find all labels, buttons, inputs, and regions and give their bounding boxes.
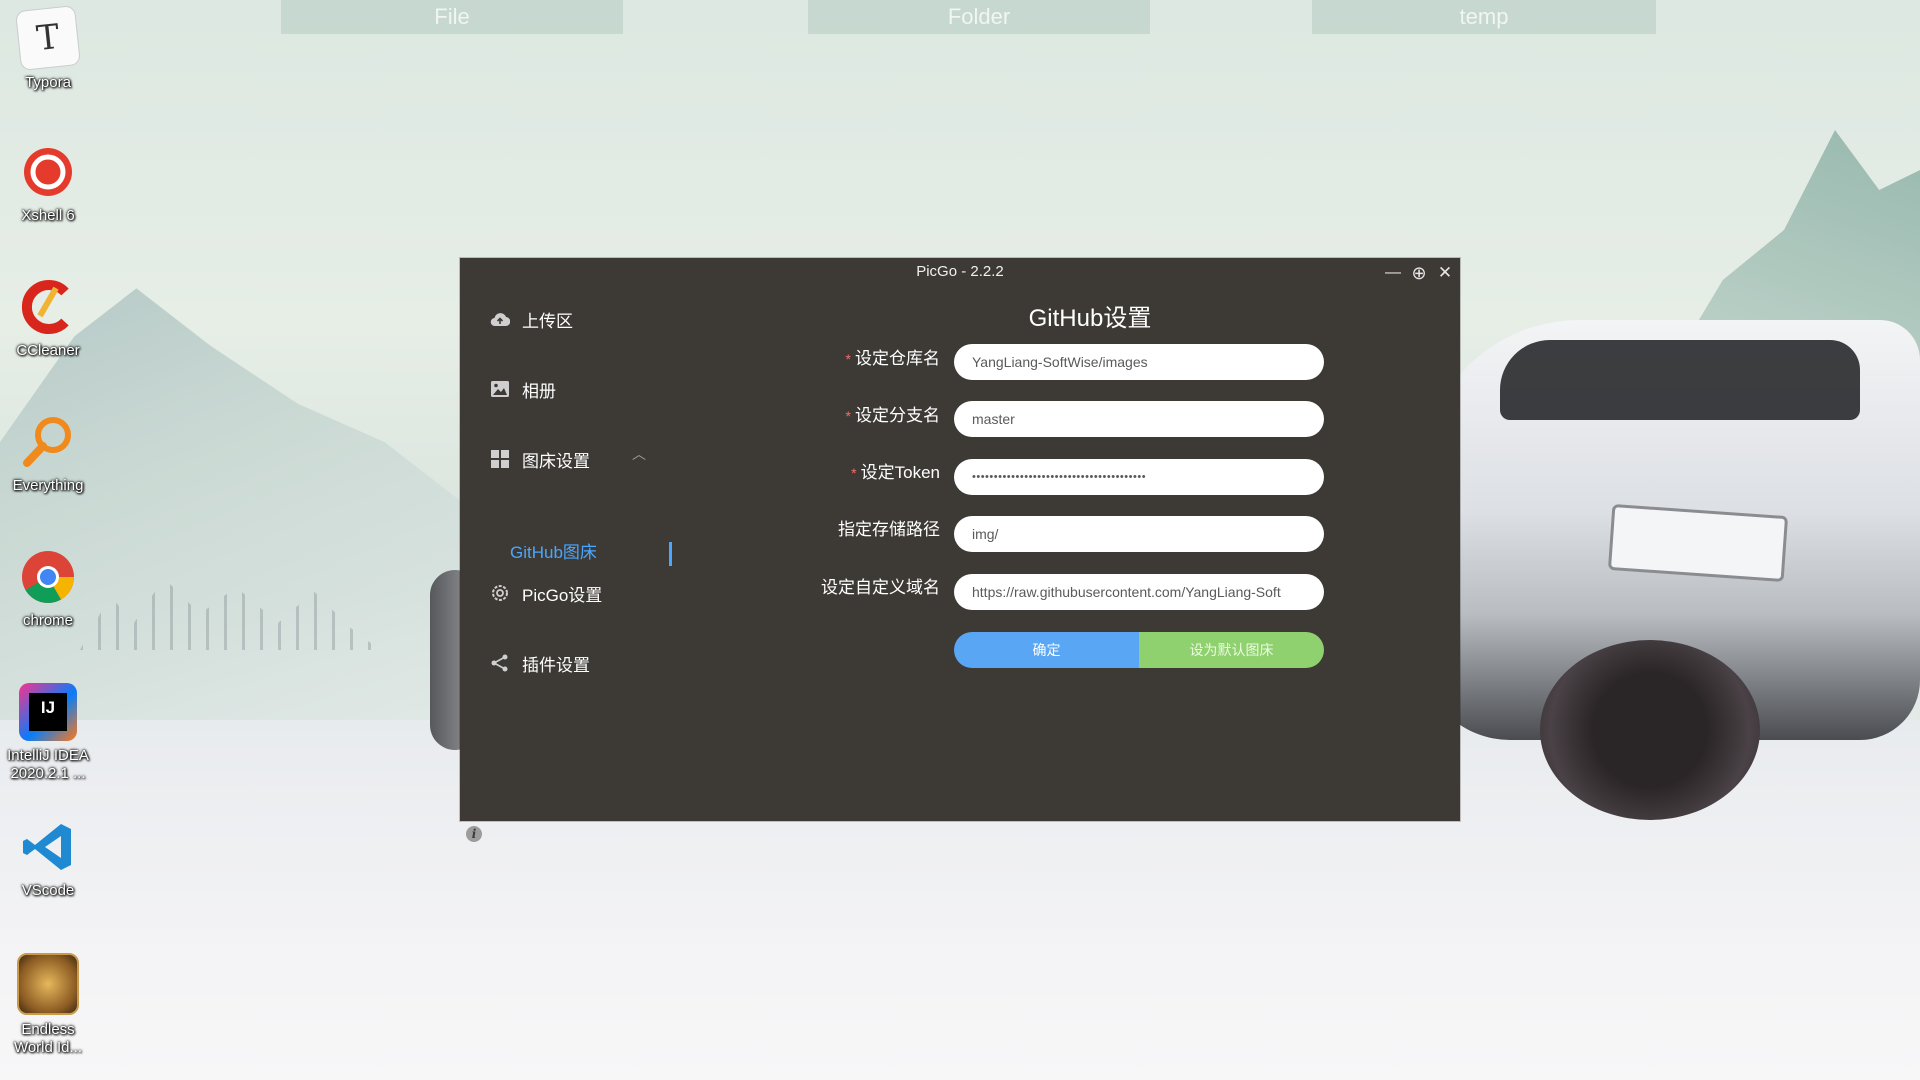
page-title: GitHub设置 [1028,305,1152,332]
custom-domain-input[interactable]: https://raw.githubusercontent.com/YangLi… [954,574,1324,610]
maximize-icon: ⊕ [1411,262,1427,283]
active-indicator [669,542,672,566]
field-label-domain: 设定自定义域名 [821,578,940,597]
desktop-folder-folder[interactable]: Folder [808,0,1150,34]
sidebar-item-label: 相册 [522,381,556,401]
desktop-icon-endless-world[interactable]: Endless World Id... [0,953,96,1057]
desktop-icon-label: Everything [12,477,84,494]
field-label-branch: * 设定分支名 [845,406,940,425]
desktop-folder-file[interactable]: File [281,0,623,34]
wallpaper-car-wheel [1540,640,1760,820]
field-label-token: * 设定Token [851,463,940,482]
desktop-icon-vscode[interactable]: VScode [0,818,96,900]
close-icon: ✕ [1437,263,1453,282]
sidebar-item-picgo-settings[interactable]: PicGo设置 [490,576,602,610]
picgo-window: PicGo - 2.2.2 — ⊕ ✕ 上传区 相册 图床设置 ︿ GitHub… [460,258,1460,842]
sidebar-item-upload[interactable]: 上传区 [490,302,573,336]
desktop-icon-label: Typora [25,74,71,91]
field-label-repo: * 设定仓库名 [845,349,940,368]
desktop-icon-label: IntelliJ IDEA 2020.2.1 ... [7,747,89,782]
desktop-icon-everything[interactable]: Everything [0,413,96,495]
wallpaper-car-window [1500,340,1860,420]
desktop-icon-ccleaner[interactable]: CCleaner [0,278,96,360]
minimize-button[interactable]: — [1382,262,1404,284]
window-title: PicGo - 2.2.2 [916,263,1004,280]
cloud-upload-icon [490,309,510,329]
xshell-icon [19,143,77,201]
ccleaner-icon [19,278,77,336]
vscode-icon [19,818,77,876]
grid-icon [490,449,510,469]
typora-icon: T [15,5,81,71]
chrome-icon [19,548,77,606]
set-default-button[interactable]: 设为默认图床 [1139,632,1324,668]
desktop: File Folder temp T Typora Xshell 6 CClea… [0,0,1920,1080]
token-input[interactable]: •••••••••••••••••••••••••••••••••••••••• [954,459,1324,495]
field-label-path: 指定存储路径 [838,520,940,539]
path-input[interactable]: img/ [954,516,1324,552]
close-button[interactable]: ✕ [1434,262,1456,284]
desktop-icon-label: chrome [22,612,74,629]
maximize-button[interactable]: ⊕ [1408,262,1430,284]
sidebar: 上传区 相册 图床设置 ︿ GitHub图床 PicGo设置 插件设置 i [460,286,690,842]
sidebar-item-album[interactable]: 相册 [490,372,556,406]
sidebar-item-label: 插件设置 [522,655,590,675]
sidebar-item-plugin-settings[interactable]: 插件设置 [490,646,590,680]
info-icon[interactable]: i [466,826,482,842]
desktop-icon-label: Endless World Id... [13,1021,83,1056]
picture-icon [490,379,510,399]
sidebar-item-label: 上传区 [522,311,573,331]
gear-icon [490,583,510,603]
desktop-icon-typora[interactable]: T Typora [0,5,96,92]
wallpaper-car-plate [1607,503,1789,583]
sidebar-item-label: 图床设置 [522,451,590,471]
endless-world-icon [17,953,79,1015]
desktop-icon-label: CCleaner [16,342,80,359]
everything-icon [19,413,77,471]
branch-input[interactable]: master [954,401,1324,437]
desktop-icon-xshell[interactable]: Xshell 6 [0,143,96,225]
required-mark: * [845,408,851,424]
desktop-folder-temp[interactable]: temp [1312,0,1656,34]
sidebar-subitem-github[interactable]: GitHub图床 [510,538,597,568]
minimize-icon: — [1385,264,1401,281]
intellij-icon: IJ [19,683,77,741]
chevron-up-icon[interactable]: ︿ [632,444,646,464]
desktop-icon-label: VScode [21,882,75,899]
repo-input[interactable]: YangLiang-SoftWise/images [954,344,1324,380]
sidebar-item-picbed-settings[interactable]: 图床设置 [490,442,590,476]
share-icon [490,653,510,673]
confirm-button[interactable]: 确定 [954,632,1139,668]
form-buttons: 确定 设为默认图床 [954,632,1324,668]
desktop-icon-chrome[interactable]: chrome [0,548,96,630]
sidebar-item-label: PicGo设置 [522,585,603,605]
desktop-icon-label: Xshell 6 [21,207,75,224]
required-mark: * [845,351,851,367]
required-mark: * [851,465,857,481]
desktop-icon-intellij[interactable]: IJ IntelliJ IDEA 2020.2.1 ... [0,683,96,783]
